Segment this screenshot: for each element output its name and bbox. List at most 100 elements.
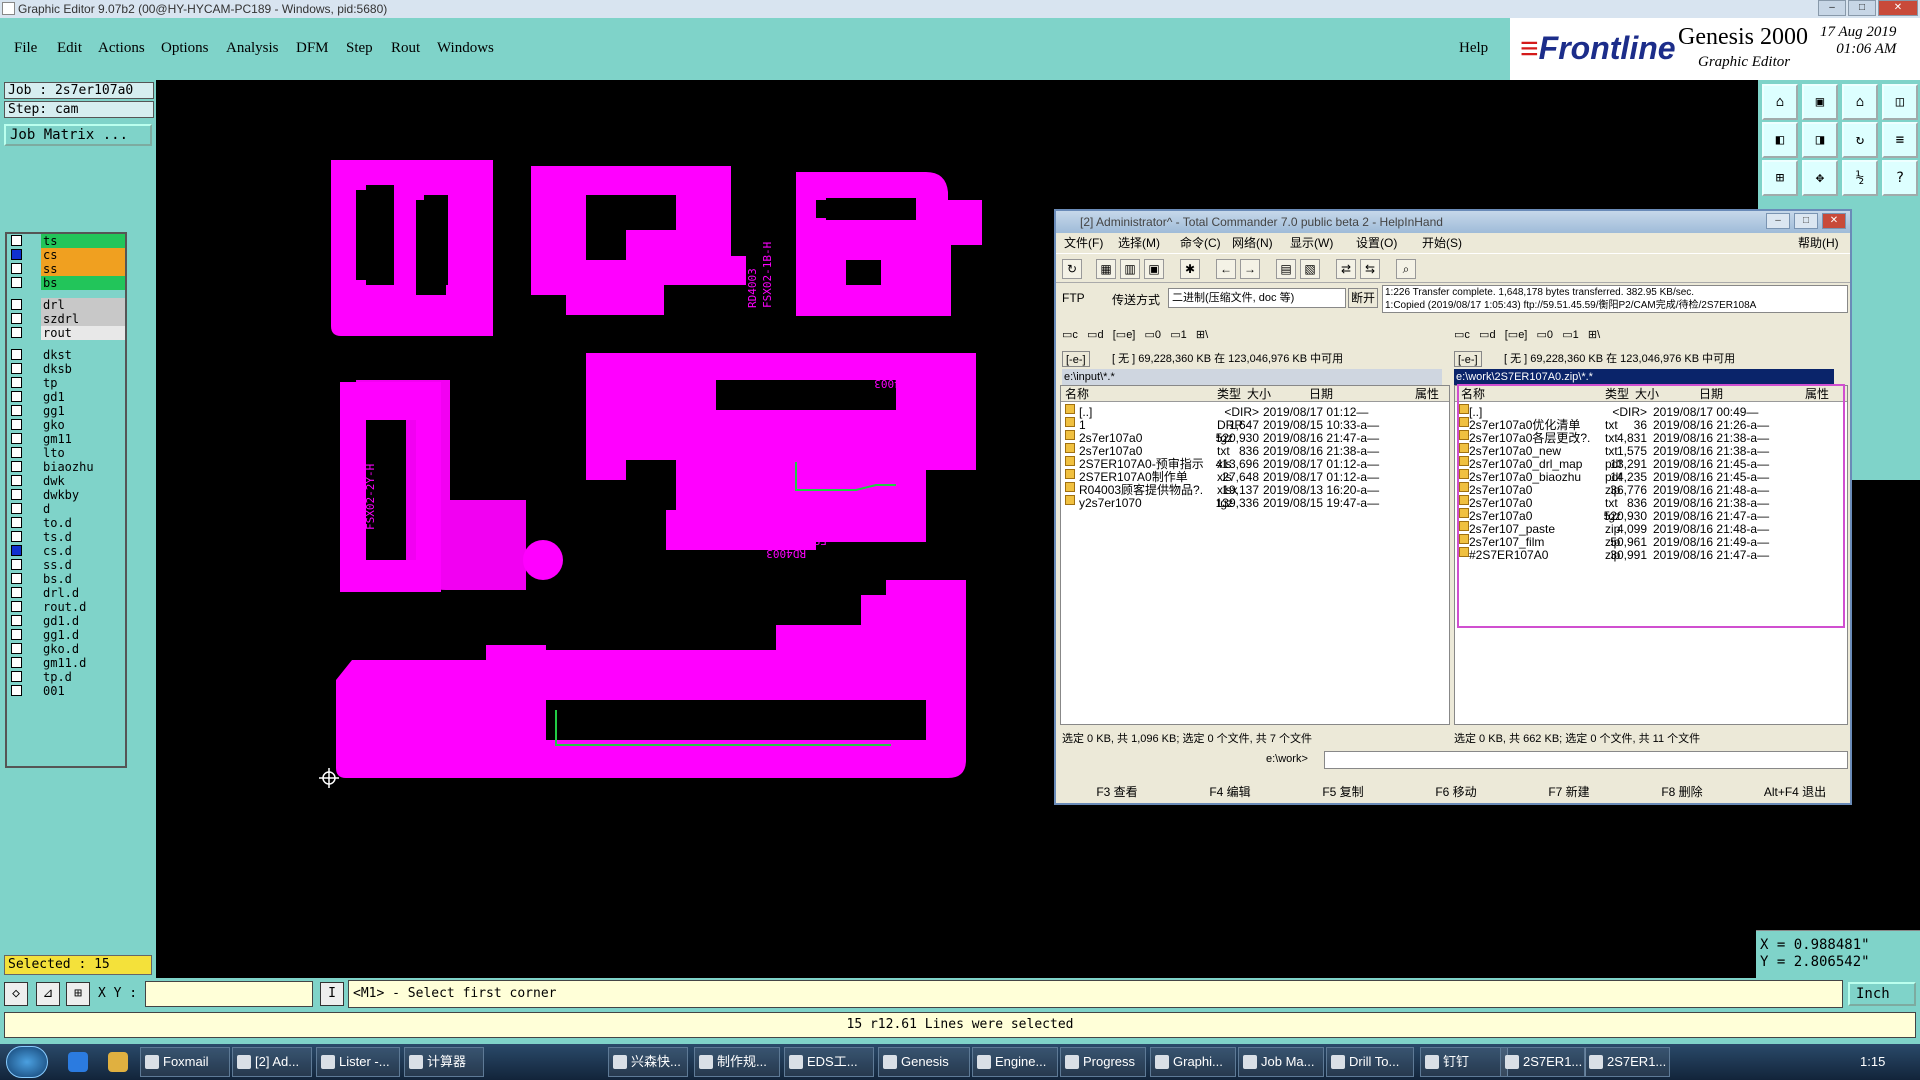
layer-row[interactable]: gg1 xyxy=(9,404,125,418)
layer-name[interactable]: drl.d xyxy=(41,586,125,600)
layer-row[interactable]: drl xyxy=(9,298,125,312)
layer-row[interactable]: cs.d xyxy=(9,544,125,558)
taskbar-button[interactable]: Graphi... xyxy=(1150,1047,1236,1077)
layer-name[interactable]: rout.d xyxy=(41,600,125,614)
taskbar-button[interactable]: 2S7ER1... xyxy=(1500,1047,1586,1077)
pan-right-icon[interactable]: ◨ xyxy=(1802,122,1838,158)
layer-checkbox[interactable] xyxy=(11,263,22,274)
layer-row[interactable]: gko xyxy=(9,418,125,432)
tc-maximize-button[interactable]: □ xyxy=(1794,213,1818,229)
layer-checkbox[interactable] xyxy=(11,299,22,310)
layer-row[interactable]: bs.d xyxy=(9,572,125,586)
tc-menu-view[interactable]: 显示(W) xyxy=(1290,233,1333,253)
layer-name[interactable]: gko xyxy=(41,418,125,432)
menu-windows[interactable]: Windows xyxy=(437,40,494,57)
layer-checkbox[interactable] xyxy=(11,587,22,598)
file-row[interactable]: y2s7er1070 tgz 139,336 2019/08/15 19:47-a— xyxy=(1061,495,1449,511)
layer-row[interactable]: gm11.d xyxy=(9,656,125,670)
taskbar-button[interactable]: Lister -... xyxy=(316,1047,400,1077)
tc-minimize-button[interactable]: – xyxy=(1766,213,1790,229)
layer-row[interactable]: lto xyxy=(9,446,125,460)
ie-icon[interactable] xyxy=(68,1052,88,1072)
tc-menu-settings[interactable]: 设置(O) xyxy=(1356,233,1397,253)
maximize-button[interactable]: □ xyxy=(1848,0,1876,16)
pack-icon[interactable]: ▤ xyxy=(1276,259,1296,279)
layer-name[interactable]: dwkby xyxy=(41,488,125,502)
layer-row[interactable]: tp.d xyxy=(9,670,125,684)
layer-checkbox[interactable] xyxy=(11,433,22,444)
col-type[interactable]: 类型 xyxy=(1217,386,1241,402)
disconnect-button[interactable]: 断开 xyxy=(1348,288,1378,308)
window-icon[interactable]: ◫ xyxy=(1882,84,1918,120)
right-drive-buttons[interactable]: ▭c ▭d [▭e] ▭0 ▭1 ⊞\ xyxy=(1454,327,1600,343)
right-file-pane[interactable]: 名称 类型 大小 日期 属性 [..] <DIR> 2019/08/17 00:49… xyxy=(1454,384,1848,725)
detail-view-icon[interactable]: ▥ xyxy=(1120,259,1140,279)
layer-name[interactable]: to.d xyxy=(41,516,125,530)
layer-checkbox[interactable] xyxy=(11,643,22,654)
layer-row[interactable]: rout xyxy=(9,326,125,340)
layer-checkbox[interactable] xyxy=(11,615,22,626)
menu-file[interactable]: File xyxy=(14,40,37,57)
tc-menu-select[interactable]: 选择(M) xyxy=(1118,233,1160,253)
menu-dfm[interactable]: DFM xyxy=(296,40,329,57)
left-drive-buttons[interactable]: ▭c ▭d [▭e] ▭0 ▭1 ⊞\ xyxy=(1062,327,1208,343)
layer-checkbox[interactable] xyxy=(11,545,22,556)
layer-row[interactable]: ss xyxy=(9,262,125,276)
function-key-button[interactable]: F6 移动 xyxy=(1401,782,1511,802)
taskbar-button[interactable]: Engine... xyxy=(972,1047,1058,1077)
layer-checkbox[interactable] xyxy=(11,671,22,682)
menu-step[interactable]: Step xyxy=(346,40,373,57)
layer-name[interactable]: dwk xyxy=(41,474,125,488)
layer-checkbox[interactable] xyxy=(11,277,22,288)
layer-checkbox[interactable] xyxy=(11,559,22,570)
help-icon[interactable]: ? xyxy=(1882,160,1918,196)
center-icon[interactable]: ✥ xyxy=(1802,160,1838,196)
layer-checkbox[interactable] xyxy=(11,685,22,696)
tc-close-button[interactable]: ✕ xyxy=(1822,213,1846,229)
layer-checkbox[interactable] xyxy=(11,349,22,360)
back-icon[interactable]: ← xyxy=(1216,259,1236,279)
menu-rout[interactable]: Rout xyxy=(391,40,420,57)
zoom-box-icon[interactable]: ⊞ xyxy=(1762,160,1798,196)
layer-name[interactable]: szdrl xyxy=(41,312,125,326)
layer-name[interactable]: gm11.d xyxy=(41,656,125,670)
col-size[interactable]: 大小 xyxy=(1247,386,1271,402)
taskbar-button[interactable]: Genesis xyxy=(878,1047,970,1077)
layer-name[interactable]: ss.d xyxy=(41,558,125,572)
menu-edit[interactable]: Edit xyxy=(57,40,82,57)
function-key-button[interactable]: F5 复制 xyxy=(1288,782,1398,802)
layer-row[interactable]: szdrl xyxy=(9,312,125,326)
command-line-input[interactable] xyxy=(1324,751,1848,769)
xy-input[interactable] xyxy=(145,981,313,1007)
taskbar-button[interactable]: EDS工... xyxy=(784,1047,874,1077)
layer-checkbox[interactable] xyxy=(11,531,22,542)
layer-checkbox[interactable] xyxy=(11,573,22,584)
layer-name[interactable]: bs xyxy=(41,276,125,290)
function-key-button[interactable]: F7 新建 xyxy=(1514,782,1624,802)
taskbar-button[interactable]: Progress xyxy=(1060,1047,1146,1077)
taskbar-button[interactable]: 兴森快... xyxy=(608,1047,688,1077)
taskbar-button[interactable]: Job Ma... xyxy=(1238,1047,1324,1077)
clock[interactable]: 1:15 xyxy=(1860,1054,1885,1069)
layer-checkbox[interactable] xyxy=(11,363,22,374)
taskbar-button[interactable]: [2] Ad... xyxy=(232,1047,312,1077)
layer-row[interactable]: dwkby xyxy=(9,488,125,502)
layer-row[interactable]: gg1.d xyxy=(9,628,125,642)
layer-row[interactable]: ss.d xyxy=(9,558,125,572)
layer-checkbox[interactable] xyxy=(11,327,22,338)
layer-row[interactable]: to.d xyxy=(9,516,125,530)
layer-name[interactable]: d xyxy=(41,502,125,516)
layer-checkbox[interactable] xyxy=(11,391,22,402)
layer-checkbox[interactable] xyxy=(11,405,22,416)
menu-help[interactable]: Help xyxy=(1459,40,1488,57)
layer-name[interactable]: rout xyxy=(41,326,125,340)
layer-row[interactable]: ts xyxy=(9,234,125,248)
layer-checkbox[interactable] xyxy=(11,249,22,260)
layer-checkbox[interactable] xyxy=(11,313,22,324)
layer-name[interactable]: gd1 xyxy=(41,390,125,404)
layer-checkbox[interactable] xyxy=(11,377,22,388)
unit-selector[interactable]: Inch xyxy=(1848,982,1916,1006)
layer-name[interactable]: dkst xyxy=(41,348,125,362)
layer-row[interactable]: cs xyxy=(9,248,125,262)
layer-name[interactable]: gg1 xyxy=(41,404,125,418)
